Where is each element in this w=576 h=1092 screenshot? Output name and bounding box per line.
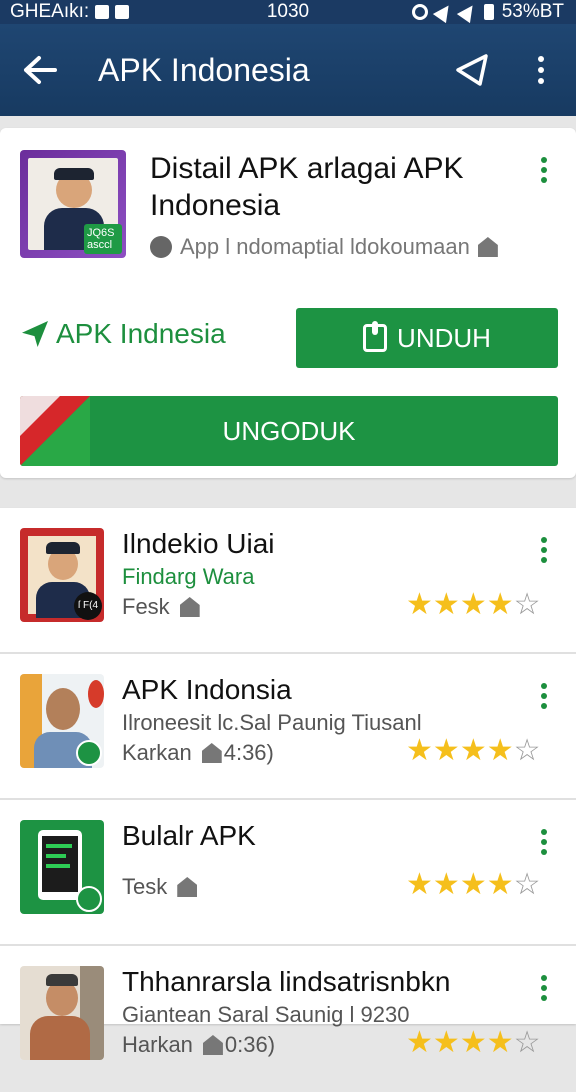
list-item-meta-text: Fesk [122, 594, 170, 619]
list-item[interactable]: ſ F(4 Ilndekio Uiai Findarg Wara Fesk ★ ★… [0, 508, 576, 654]
rating-stars: ★ ★ ★ ★ ☆ [406, 590, 541, 620]
list-item-meta-text: Harkan [122, 1032, 193, 1057]
thumbnail-badge: ſ F(4 [74, 592, 102, 620]
download-label: UNDUH [397, 322, 491, 353]
tag-icon [179, 597, 200, 617]
app-thumbnail: ſ F(4 [20, 528, 104, 622]
developer-link-label: APK Indnesia [56, 318, 226, 349]
list-item[interactable]: Bulalr APK Tesk ★ ★ ★ ★ ☆ [0, 800, 576, 946]
star-icon: ★ [486, 868, 514, 901]
star-icon: ★ [459, 588, 487, 621]
battery-text: 53%BT [501, 1, 564, 22]
battery-icon [483, 4, 494, 20]
list-item-meta: Fesk [122, 594, 200, 620]
rating-stars: ★ ★ ★ ★ ☆ [406, 736, 541, 766]
item-more-button[interactable] [534, 828, 554, 856]
tag-icon [202, 1035, 223, 1055]
status-right: 53%BT [411, 0, 564, 24]
ungoduk-label: UNGODUK [222, 415, 356, 446]
star-icon: ★ [406, 868, 433, 901]
rating-stars: ★ ★ ★ ★ ☆ [406, 1028, 541, 1058]
star-icon: ★ [486, 734, 514, 767]
list-item-title: APK Indonsia [122, 674, 292, 705]
star-icon: ★ [459, 1026, 487, 1059]
star-icon: ★ [486, 588, 514, 621]
signal-icon [456, 0, 479, 24]
arrow-left-icon [24, 56, 57, 84]
item-more-button[interactable] [534, 682, 554, 710]
list-item-title: Thhanrarsla lindsatrisnbkn [122, 966, 451, 997]
download-icon [363, 321, 388, 352]
star-icon: ★ [486, 1026, 514, 1059]
list-item-title: Bulalr APK [122, 820, 256, 851]
list-item-meta: Harkan 0:36) [122, 1032, 275, 1058]
send-icon [22, 321, 48, 347]
item-more-button[interactable] [534, 536, 554, 564]
star-outline-icon: ☆ [513, 868, 541, 901]
list-item-meta: Karkan 4:36) [122, 740, 274, 766]
sd-card-icon [115, 5, 130, 19]
star-outline-icon: ☆ [513, 588, 541, 621]
list-item-meta-extra: 0:36) [224, 1032, 276, 1057]
app-thumbnail[interactable]: JQ6S asccl [20, 150, 126, 258]
developer-link[interactable]: APK Indnesia [22, 318, 226, 350]
location-icon [432, 0, 455, 24]
star-icon: ★ [459, 734, 487, 767]
status-left: GHEAıkı: [10, 0, 130, 24]
app-badge-icon [76, 886, 102, 912]
overflow-menu-button[interactable] [526, 50, 556, 90]
star-icon: ★ [406, 588, 433, 621]
detail-meta-text: App l ndomaptial ldokoumaan [180, 234, 470, 259]
share-button[interactable] [452, 50, 492, 90]
tag-icon [177, 877, 198, 897]
ungoduk-button[interactable]: UNGODUK [20, 396, 558, 466]
share-icon [456, 54, 488, 86]
star-icon: ★ [432, 1026, 460, 1059]
alarm-icon [411, 4, 428, 20]
download-button[interactable]: UNDUH [296, 308, 558, 368]
tag-icon [477, 237, 498, 257]
rating-stars: ★ ★ ★ ★ ☆ [406, 870, 541, 900]
carrier-text: GHEAıkı: [10, 1, 90, 22]
back-button[interactable] [20, 50, 60, 90]
detail-title: Distail APK arlagai APK Indonesia [150, 152, 464, 222]
tag-icon [201, 743, 222, 763]
star-outline-icon: ☆ [513, 734, 541, 767]
app-detail-card: JQ6S asccl Distail APK arlagai APK Indon… [0, 128, 576, 478]
list-item-subtitle: Ilroneesit lc.Sal Paunig Tiusanl [122, 710, 422, 735]
app-badge-icon [76, 740, 102, 766]
star-icon: ★ [432, 868, 460, 901]
status-bar: GHEAıkı: 1030 53%BT [0, 0, 576, 24]
item-more-button[interactable] [534, 974, 554, 1002]
page-title: APK Indonesia [98, 52, 310, 88]
app-bar: APK Indonesia [0, 24, 576, 116]
star-icon: ★ [406, 1026, 433, 1059]
list-item[interactable]: APK Indonsia Ilroneesit lc.Sal Paunig Ti… [0, 654, 576, 800]
app-list: ſ F(4 Ilndekio Uiai Findarg Wara Fesk ★ ★… [0, 508, 576, 1060]
list-item[interactable]: Thhanrarsla lindsatrisnbkn Giantean Sara… [0, 946, 576, 1092]
image-notification-icon [95, 5, 110, 19]
star-icon: ★ [459, 868, 487, 901]
list-item-subtitle: Giantean Saral Saunig l 9230 [122, 1002, 410, 1027]
play-store-icon [20, 396, 90, 466]
app-thumbnail [20, 966, 104, 1060]
app-thumbnail [20, 674, 104, 768]
star-icon: ★ [432, 588, 460, 621]
list-item-meta-text: Karkan [122, 740, 192, 765]
app-thumbnail [20, 820, 104, 914]
list-item-meta: Tesk [122, 874, 198, 900]
thumbnail-badge: JQ6S asccl [84, 224, 122, 254]
list-item-title: Ilndekio Uiai [122, 528, 275, 559]
list-item-meta-extra: 4:36) [223, 740, 274, 765]
star-icon: ★ [406, 734, 433, 767]
star-icon: ★ [432, 734, 460, 767]
list-item-subtitle: Findarg Wara [122, 564, 255, 589]
list-item-meta-text: Tesk [122, 874, 168, 899]
star-outline-icon: ☆ [513, 1026, 541, 1059]
detail-more-button[interactable] [534, 156, 554, 184]
detail-meta: App l ndomaptial ldokoumaan [150, 234, 498, 260]
app-type-icon [150, 236, 172, 258]
